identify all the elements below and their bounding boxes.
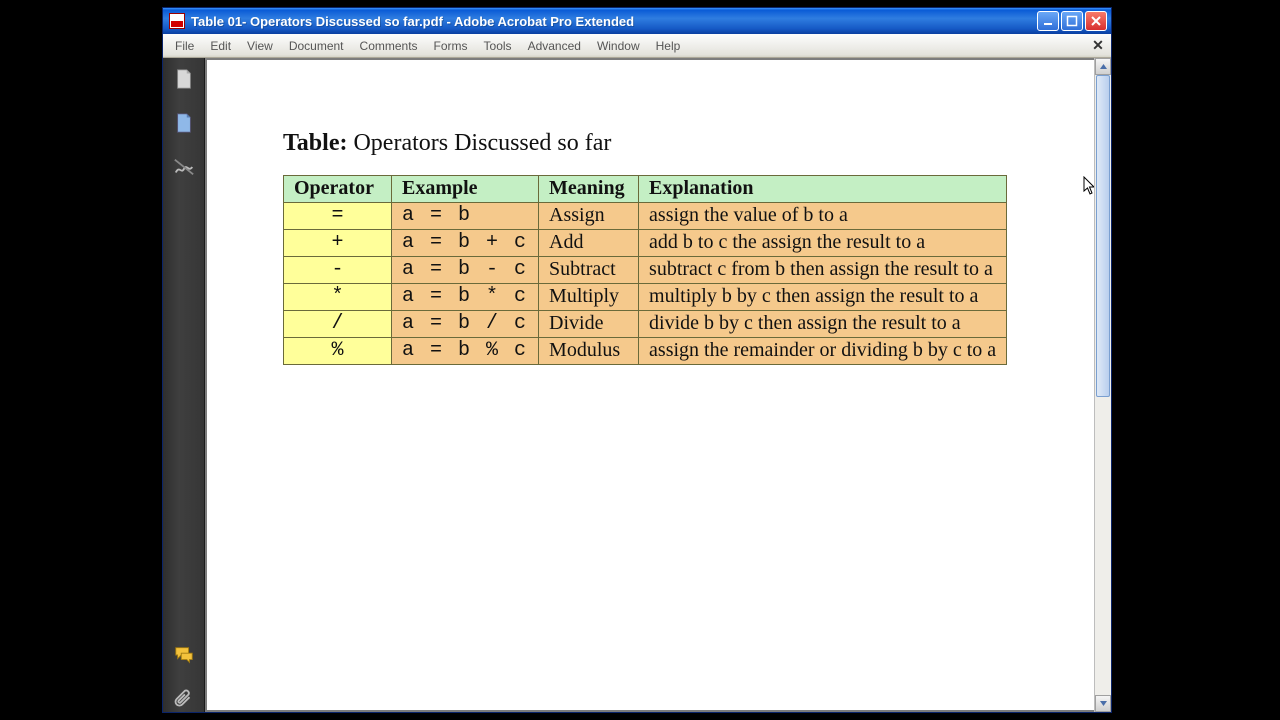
- titlebar[interactable]: Table 01- Operators Discussed so far.pdf…: [163, 8, 1111, 34]
- cell-explain: subtract c from b then assign the result…: [639, 257, 1007, 284]
- cell-meaning: Divide: [539, 311, 639, 338]
- table-row: % a = b % c Modulus assign the remainder…: [284, 338, 1007, 365]
- scroll-thumb[interactable]: [1096, 75, 1110, 397]
- menu-comments[interactable]: Comments: [352, 37, 426, 55]
- cell-explain: assign the value of b to a: [639, 203, 1007, 230]
- comments-panel-icon[interactable]: [171, 642, 197, 668]
- th-meaning: Meaning: [539, 176, 639, 203]
- menu-advanced[interactable]: Advanced: [520, 37, 589, 55]
- document-area: Table: Operators Discussed so far Operat…: [205, 58, 1111, 712]
- document-title: Table: Operators Discussed so far: [283, 130, 1054, 157]
- page: Table: Operators Discussed so far Operat…: [207, 60, 1094, 710]
- cell-example: a = b: [392, 203, 539, 230]
- scroll-down-button[interactable]: [1095, 695, 1111, 712]
- th-explanation: Explanation: [639, 176, 1007, 203]
- menu-edit[interactable]: Edit: [202, 37, 239, 55]
- pages-panel-icon[interactable]: [171, 66, 197, 92]
- title-text: Operators Discussed so far: [353, 130, 611, 156]
- cell-example: a = b - c: [392, 257, 539, 284]
- cell-explain: assign the remainder or dividing b by c …: [639, 338, 1007, 365]
- nav-panel: [163, 58, 205, 712]
- cell-explain: add b to c the assign the result to a: [639, 230, 1007, 257]
- th-operator: Operator: [284, 176, 392, 203]
- operators-table: Operator Example Meaning Explanation = a…: [283, 175, 1007, 365]
- client-area: Table: Operators Discussed so far Operat…: [163, 58, 1111, 712]
- maximize-button[interactable]: [1061, 11, 1083, 31]
- bookmarks-panel-icon[interactable]: [171, 110, 197, 136]
- table-row: = a = b Assign assign the value of b to …: [284, 203, 1007, 230]
- vertical-scrollbar[interactable]: [1094, 58, 1111, 712]
- cell-operator: +: [284, 230, 392, 257]
- cell-operator: -: [284, 257, 392, 284]
- cell-operator: %: [284, 338, 392, 365]
- cell-operator: =: [284, 203, 392, 230]
- pdf-icon: [169, 13, 185, 29]
- menubar: File Edit View Document Comments Forms T…: [163, 34, 1111, 58]
- table-row: - a = b - c Subtract subtract c from b t…: [284, 257, 1007, 284]
- attachments-panel-icon[interactable]: [171, 686, 197, 712]
- minimize-button[interactable]: [1037, 11, 1059, 31]
- menu-tools[interactable]: Tools: [476, 37, 520, 55]
- cell-operator: /: [284, 311, 392, 338]
- cell-meaning: Subtract: [539, 257, 639, 284]
- cell-example: a = b / c: [392, 311, 539, 338]
- signatures-panel-icon[interactable]: [171, 154, 197, 180]
- app-window: Table 01- Operators Discussed so far.pdf…: [162, 7, 1112, 713]
- cell-operator: *: [284, 284, 392, 311]
- table-row: * a = b * c Multiply multiply b by c the…: [284, 284, 1007, 311]
- menu-document[interactable]: Document: [281, 37, 352, 55]
- scroll-up-button[interactable]: [1095, 58, 1111, 75]
- document-close-button[interactable]: ✕: [1089, 36, 1107, 54]
- cell-explain: divide b by c then assign the result to …: [639, 311, 1007, 338]
- close-button[interactable]: [1085, 11, 1107, 31]
- cell-example: a = b * c: [392, 284, 539, 311]
- menu-view[interactable]: View: [239, 37, 281, 55]
- title-label: Table:: [283, 130, 347, 156]
- cell-explain: multiply b by c then assign the result t…: [639, 284, 1007, 311]
- table-header-row: Operator Example Meaning Explanation: [284, 176, 1007, 203]
- menu-help[interactable]: Help: [648, 37, 689, 55]
- th-example: Example: [392, 176, 539, 203]
- cell-meaning: Add: [539, 230, 639, 257]
- menu-forms[interactable]: Forms: [426, 37, 476, 55]
- table-row: + a = b + c Add add b to c the assign th…: [284, 230, 1007, 257]
- scroll-track[interactable]: [1095, 75, 1111, 695]
- cell-example: a = b + c: [392, 230, 539, 257]
- cell-example: a = b % c: [392, 338, 539, 365]
- table-row: / a = b / c Divide divide b by c then as…: [284, 311, 1007, 338]
- cell-meaning: Assign: [539, 203, 639, 230]
- menu-window[interactable]: Window: [589, 37, 648, 55]
- window-title: Table 01- Operators Discussed so far.pdf…: [191, 14, 1037, 29]
- cell-meaning: Multiply: [539, 284, 639, 311]
- menu-file[interactable]: File: [167, 37, 202, 55]
- cell-meaning: Modulus: [539, 338, 639, 365]
